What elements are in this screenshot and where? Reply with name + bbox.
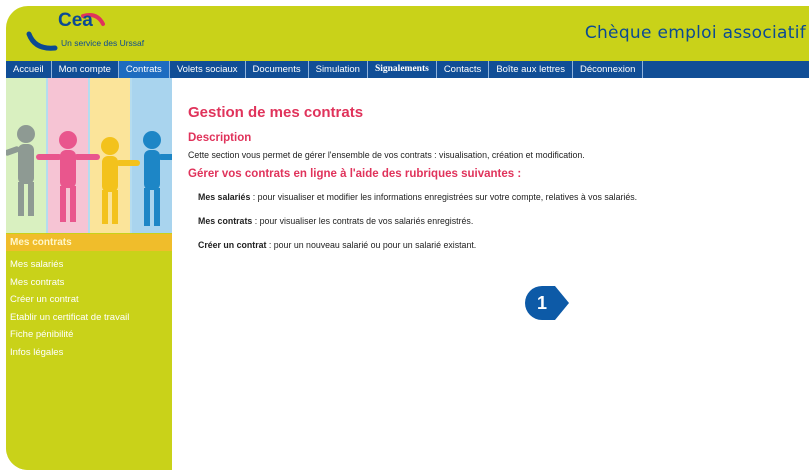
people-illustration-icon — [6, 78, 172, 233]
app-frame: Cea Un service des Urssaf Chèque emploi … — [6, 6, 809, 470]
rubriques-heading: Gérer vos contrats en ligne à l'aide des… — [188, 168, 522, 180]
rubrique-name: Mes contrats — [198, 216, 253, 226]
marker-number: 1 — [536, 293, 547, 313]
rubrique-text: : pour visualiser et modifier les inform… — [250, 192, 638, 202]
cea-logo[interactable]: Cea Un service des Urssaf — [21, 10, 161, 60]
header: Cea Un service des Urssaf Chèque emploi … — [6, 6, 809, 61]
nav-simulation[interactable]: Simulation — [309, 61, 368, 78]
nav-deconnexion[interactable]: Déconnexion — [573, 61, 644, 78]
logo-text: Cea — [58, 10, 93, 31]
sidebar-item-fiche-penibilite[interactable]: Fiche pénibilité — [10, 326, 129, 344]
description-text: Cette section vous permet de gérer l'ens… — [188, 150, 585, 160]
sidebar-heading: Mes contrats — [6, 234, 172, 251]
sidebar: Mes contrats Mes salariés Mes contrats C… — [6, 78, 172, 470]
rubrique-creer-contrat: Créer un contrat : pour un nouveau salar… — [198, 240, 476, 250]
rubrique-mes-salaries: Mes salariés : pour visualiser et modifi… — [198, 192, 637, 202]
rubrique-text: : pour un nouveau salarié ou pour un sal… — [266, 240, 477, 250]
main-content: Gestion de mes contrats Description Cett… — [172, 78, 809, 470]
rubrique-name: Créer un contrat — [198, 240, 267, 250]
description-heading: Description — [188, 132, 252, 144]
sidebar-item-infos-legales[interactable]: Infos légales — [10, 344, 129, 362]
nav-volets-sociaux[interactable]: Volets sociaux — [170, 61, 246, 78]
nav-signalements[interactable]: Signalements — [368, 61, 437, 78]
step-marker: 1 — [525, 286, 577, 320]
nav-contacts[interactable]: Contacts — [437, 61, 490, 78]
main-nav: Accueil Mon compte Contrats Volets socia… — [6, 61, 809, 78]
nav-boite-aux-lettres[interactable]: Boîte aux lettres — [489, 61, 573, 78]
rubrique-mes-contrats: Mes contrats : pour visualiser les contr… — [198, 216, 473, 226]
people-banner-image — [6, 78, 172, 233]
sidebar-item-mes-contrats[interactable]: Mes contrats — [10, 274, 129, 292]
logo-subtitle: Un service des Urssaf — [61, 38, 145, 48]
nav-contrats[interactable]: Contrats — [118, 61, 170, 78]
rubrique-text: : pour visualiser les contrats de vos sa… — [252, 216, 474, 226]
app-title: Chèque emploi associatif — [584, 23, 806, 43]
page-title: Gestion de mes contrats — [188, 104, 364, 121]
rubrique-name: Mes salariés — [198, 192, 251, 202]
sidebar-item-certificat-travail[interactable]: Etablir un certificat de travail — [10, 309, 129, 327]
sidebar-item-creer-contrat[interactable]: Créer un contrat — [10, 291, 129, 309]
nav-mon-compte[interactable]: Mon compte — [52, 61, 119, 78]
sidebar-menu: Mes salariés Mes contrats Créer un contr… — [10, 256, 129, 362]
sidebar-item-mes-salaries[interactable]: Mes salariés — [10, 256, 129, 274]
nav-documents[interactable]: Documents — [246, 61, 309, 78]
nav-accueil[interactable]: Accueil — [6, 61, 52, 78]
